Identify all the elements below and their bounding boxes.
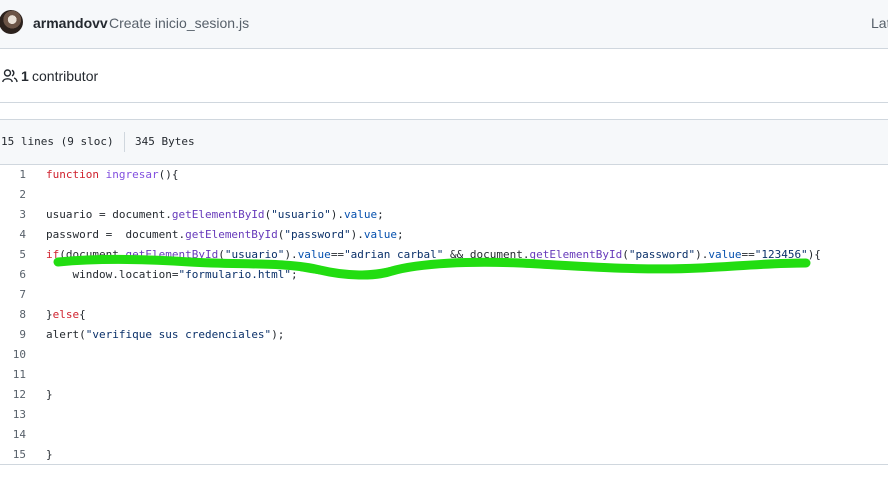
line-number[interactable]: 4: [0, 228, 26, 241]
line-number[interactable]: 10: [0, 348, 26, 361]
line-number[interactable]: 7: [0, 288, 26, 301]
file-line-count: 15 lines (9 sloc): [1, 135, 114, 148]
line-number[interactable]: 11: [0, 368, 26, 381]
latest-commit-label[interactable]: Lat: [871, 15, 888, 31]
line-number[interactable]: 12: [0, 388, 26, 401]
code-line: 12 }: [0, 385, 888, 405]
line-content: password = document.getElementById("pass…: [46, 228, 404, 241]
line-content: }: [46, 388, 53, 401]
code-line: 13: [0, 405, 888, 425]
line-number[interactable]: 1: [0, 168, 26, 181]
code-line: 11: [0, 365, 888, 385]
line-content: if(document.getElementById("usuario").va…: [46, 248, 821, 261]
avatar[interactable]: [0, 10, 23, 34]
code-line: 10: [0, 345, 888, 365]
divider: [124, 132, 125, 152]
line-number[interactable]: 9: [0, 328, 26, 341]
code-line: 1 function ingresar(){: [0, 165, 888, 185]
line-content: function ingresar(){: [46, 168, 179, 181]
code-line: 6 window.location="formulario.html";: [0, 265, 888, 285]
line-number[interactable]: 3: [0, 208, 26, 221]
commit-author[interactable]: armandovv: [33, 15, 108, 31]
line-number[interactable]: 5: [0, 248, 26, 261]
code-line: 5 if(document.getElementById("usuario").…: [0, 245, 888, 265]
contributor-label[interactable]: contributor: [32, 68, 98, 84]
file-header: 15 lines (9 sloc) 345 Bytes: [0, 119, 888, 165]
line-content: }: [46, 448, 53, 461]
commit-bar: armandovv Create inicio_sesion.js Lat: [0, 0, 888, 49]
line-number[interactable]: 14: [0, 428, 26, 441]
code-line: 14: [0, 425, 888, 445]
code-line: 15 }: [0, 445, 888, 465]
contributors-bar: 1 contributor: [0, 49, 888, 103]
line-content: }else{: [46, 308, 86, 321]
code-line: 4 password = document.getElementById("pa…: [0, 225, 888, 245]
commit-message[interactable]: Create inicio_sesion.js: [109, 15, 249, 31]
code-view: 1 function ingresar(){ 2 3 usuario = doc…: [0, 165, 888, 465]
line-number[interactable]: 2: [0, 188, 26, 201]
file-size: 345 Bytes: [135, 135, 195, 148]
line-number[interactable]: 8: [0, 308, 26, 321]
people-icon: [2, 69, 18, 83]
line-number[interactable]: 15: [0, 448, 26, 461]
contributor-count[interactable]: 1: [21, 68, 29, 84]
code-line: 3 usuario = document.getElementById("usu…: [0, 205, 888, 225]
code-line: 9 alert("verifique sus credenciales");: [0, 325, 888, 345]
line-number[interactable]: 6: [0, 268, 26, 281]
line-content: usuario = document.getElementById("usuar…: [46, 208, 384, 221]
line-content: alert("verifique sus credenciales");: [46, 328, 285, 341]
code-line: 7: [0, 285, 888, 305]
line-content: window.location="formulario.html";: [46, 268, 298, 281]
line-number[interactable]: 13: [0, 408, 26, 421]
code-line: 2: [0, 185, 888, 205]
code-line: 8 }else{: [0, 305, 888, 325]
